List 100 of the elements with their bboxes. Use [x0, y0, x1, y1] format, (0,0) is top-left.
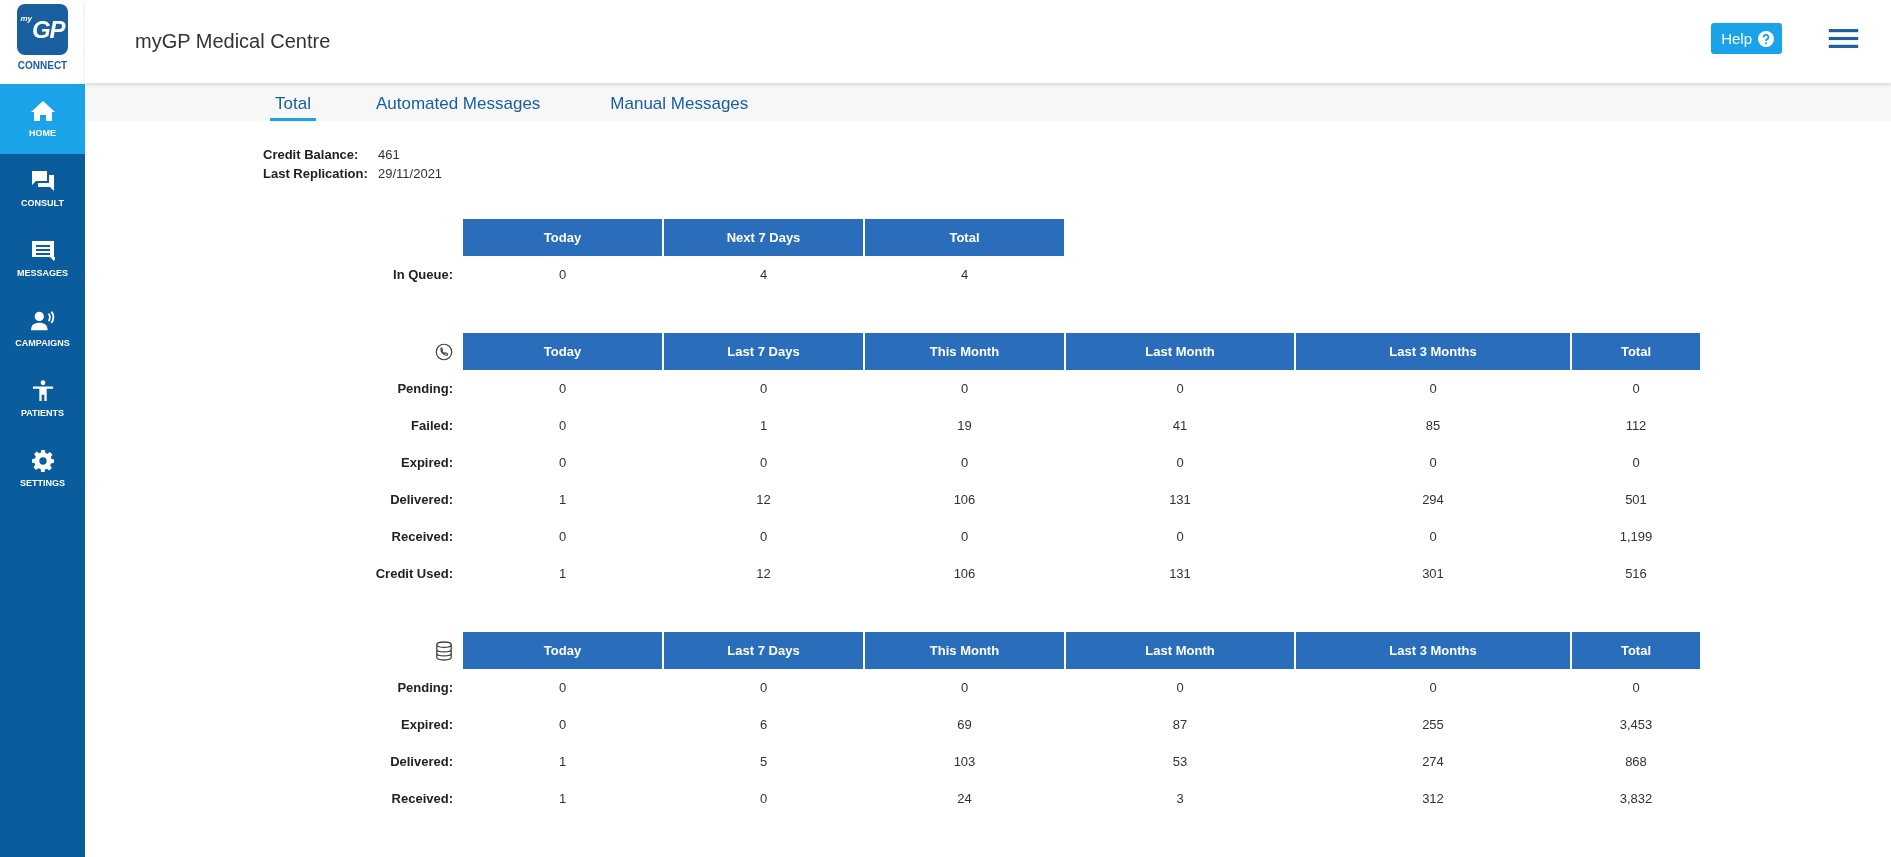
table-cell-text: 0 [959, 454, 970, 472]
column-header: Total [865, 219, 1064, 256]
info-value: 29/11/2021 [378, 166, 444, 181]
row-label: Delivered: [389, 491, 454, 509]
phone-icon [435, 341, 453, 362]
table-cell-text: 0 [1631, 679, 1641, 697]
table-cell-text: 131 [1168, 491, 1192, 509]
row-label: Expired: [400, 454, 454, 472]
table-cell-text: 301 [1421, 565, 1445, 583]
table-cell-text: 131 [1168, 565, 1192, 583]
database-icon [435, 640, 453, 661]
column-header: Last 3 Months [1296, 632, 1570, 669]
column-header: Total [1572, 632, 1700, 669]
table-cell-text: 312 [1421, 790, 1445, 808]
table-cell-text: 0 [758, 454, 769, 472]
chat-bubbles-icon [30, 170, 55, 192]
table-cell-text: 0 [1175, 454, 1185, 472]
table-cell-text: 0 [1428, 528, 1438, 546]
table-cell-text: 4 [959, 266, 970, 284]
table-cell-text: 501 [1624, 491, 1648, 509]
table-cell-text: 19 [956, 417, 973, 435]
sidebar-item[interactable]: SETTINGS [0, 434, 85, 504]
column-header: This Month [865, 333, 1064, 370]
table-cell-text: 0 [557, 679, 568, 697]
menu-icon[interactable] [1828, 28, 1859, 50]
tab[interactable]: Manual Messages [605, 94, 754, 121]
table-cell-text: 85 [1424, 417, 1442, 435]
table-cell-text: 41 [1171, 417, 1189, 435]
table-cell-text: 1 [758, 417, 769, 435]
sidebar-item[interactable]: MESSAGES [0, 224, 85, 294]
table-cell-text: 87 [1171, 716, 1189, 734]
settings-icon [30, 450, 55, 472]
row-label: Credit Used: [374, 565, 454, 583]
table-cell-text: 106 [952, 565, 977, 583]
table-cell-text: 1 [557, 753, 568, 771]
column-header: Last 3 Months [1296, 333, 1570, 370]
table-cell-text: 1 [557, 790, 568, 808]
table-cell-text: 0 [557, 266, 568, 284]
table-cell-text: 5 [758, 753, 769, 771]
tab[interactable]: Total [270, 94, 316, 121]
table-cell-text: 516 [1624, 565, 1648, 583]
table-cell-text: 0 [758, 528, 769, 546]
table-cell-text: 53 [1171, 753, 1189, 771]
table-cell-text: 3,453 [1618, 716, 1654, 734]
table-cell-text: 294 [1421, 491, 1445, 509]
house-icon [30, 100, 55, 122]
sidebar-item[interactable]: CAMPAIGNS [0, 294, 85, 364]
table-cell-text: 0 [959, 679, 970, 697]
table-cell-text: 3 [1175, 790, 1185, 808]
table-cell-text: 0 [557, 716, 568, 734]
table-cell-text: 3,832 [1618, 790, 1654, 808]
table-cell-text: 0 [1631, 380, 1641, 398]
table-cell-text: 0 [959, 380, 970, 398]
column-header: Total [1572, 333, 1700, 370]
table-cell-text: 0 [557, 417, 568, 435]
row-label: Pending: [396, 380, 454, 398]
table-cell-text: 868 [1624, 753, 1648, 771]
row-label: Failed: [410, 417, 454, 435]
person-icon [30, 380, 55, 402]
table-cell-text: 0 [557, 454, 568, 472]
table-cell-text: 0 [758, 679, 769, 697]
tab[interactable]: Automated Messages [370, 94, 546, 121]
table-cell-text: 0 [758, 790, 769, 808]
table-cell-text: 0 [1175, 380, 1185, 398]
message-icon [30, 240, 55, 262]
column-header: Today [463, 632, 662, 669]
table-cell-text: 0 [1428, 454, 1438, 472]
logo-caption: CONNECT [17, 60, 68, 71]
table-cell-text: 69 [956, 716, 973, 734]
table-cell-text: 112 [1624, 417, 1648, 435]
table-cell-text: 103 [952, 753, 977, 771]
info-value: 461 [378, 147, 401, 162]
table-cell-text: 106 [952, 491, 977, 509]
table-cell-text: 274 [1421, 753, 1445, 771]
sidebar-item[interactable]: CONSULT [0, 154, 85, 224]
table-cell-text: 0 [758, 380, 769, 398]
table-cell-text: 0 [557, 380, 568, 398]
column-header: Today [463, 219, 662, 256]
table-cell-text: 6 [758, 716, 769, 734]
table-cell-text: 1,199 [1618, 528, 1654, 546]
sidebar-item[interactable]: PATIENTS [0, 364, 85, 434]
table-cell-text: 0 [1428, 380, 1438, 398]
column-header: Next 7 Days [664, 219, 863, 256]
column-header: Last 7 Days [664, 632, 863, 669]
column-header: Last 7 Days [664, 333, 863, 370]
row-label: Expired: [400, 716, 454, 734]
info-label: Last Replication: [263, 166, 369, 181]
table-cell-text: 1 [557, 565, 568, 583]
person-speaking-icon [30, 310, 55, 332]
row-label: In Queue: [392, 266, 454, 284]
row-label: Received: [390, 790, 454, 808]
table-cell-text: 12 [755, 565, 772, 583]
column-header: Today [463, 333, 662, 370]
info-label: Credit Balance: [263, 147, 360, 162]
table-cell-text: 0 [959, 528, 970, 546]
table-cell-text: 0 [557, 528, 568, 546]
table-cell-text: 0 [1631, 454, 1641, 472]
column-header: Last Month [1066, 632, 1294, 669]
row-label: Delivered: [389, 753, 454, 771]
table-cell-text: 12 [755, 491, 772, 509]
